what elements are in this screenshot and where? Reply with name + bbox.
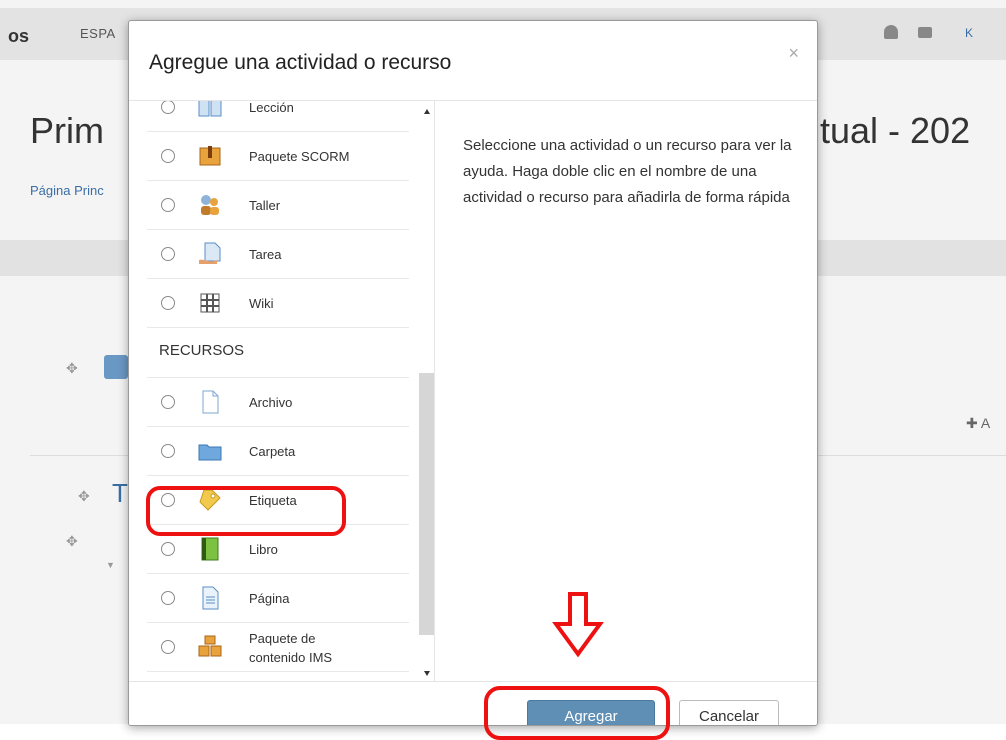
cancel-button[interactable]: Cancelar [679, 700, 779, 725]
radio-taller[interactable] [161, 198, 175, 212]
language-menu: ESPA [80, 26, 116, 41]
move-icon: ✥ [66, 533, 78, 549]
option-label: Carpeta [249, 444, 296, 459]
page-icon [202, 586, 219, 610]
option-label: Wiki [249, 296, 274, 311]
options-scrollbar[interactable] [419, 101, 434, 681]
course-title-left: Prim [30, 110, 104, 151]
wiki-icon [200, 293, 220, 313]
radio-carpeta[interactable] [161, 444, 175, 458]
user-menu: K [965, 26, 974, 40]
option-leccion[interactable]: Lección [147, 101, 409, 132]
option-label: Paquete de contenido IMS [249, 630, 333, 665]
forum-icon [104, 355, 128, 379]
move-icon: ✥ [66, 360, 78, 376]
file-icon [202, 390, 219, 414]
assignment-icon [199, 242, 221, 264]
option-label: Archivo [249, 395, 293, 410]
scorm-package-icon [199, 146, 221, 166]
plus-icon: ✚ [966, 415, 981, 431]
workshop-icon [201, 195, 219, 215]
scroll-up-icon[interactable] [424, 109, 430, 114]
option-taller[interactable]: Taller [147, 181, 409, 230]
dialog-footer: Agregar Cancelar [129, 681, 817, 725]
lesson-icon [198, 101, 222, 117]
add-activity-link: ✚ A [966, 415, 990, 432]
dialog-header: Agregue una actividad o recurso × [129, 21, 817, 101]
add-activity-label: A [980, 415, 991, 431]
options-list[interactable]: Lección Paquete SCORM Taller Tarea Wiki … [129, 101, 435, 681]
scrollbar-thumb[interactable] [419, 373, 434, 635]
course-title-right: tual - 202 [820, 110, 971, 151]
scroll-down-icon[interactable] [424, 671, 430, 676]
notifications-icon [884, 25, 898, 39]
radio-archivo[interactable] [161, 395, 175, 409]
site-brand: os [8, 26, 30, 46]
section-title: T [112, 478, 128, 508]
add-activity-dialog: Agregue una actividad o recurso × Lecció… [128, 20, 818, 726]
option-label: Lección [249, 101, 294, 115]
options-list-content: Lección Paquete SCORM Taller Tarea Wiki … [129, 101, 419, 672]
option-wiki[interactable]: Wiki [147, 279, 409, 328]
messages-icon [918, 27, 932, 38]
caret-down-icon: ▼ [106, 560, 115, 570]
option-pagina[interactable]: Página [147, 574, 409, 623]
breadcrumb: Página Princ [30, 183, 104, 198]
radio-tarea[interactable] [161, 247, 175, 261]
close-icon[interactable]: × [788, 43, 799, 64]
radio-pagina[interactable] [161, 591, 175, 605]
radio-paquete-ims[interactable] [161, 640, 175, 654]
highlight-etiqueta-annotation [146, 486, 346, 536]
ims-package-icon [198, 635, 222, 657]
radio-wiki[interactable] [161, 296, 175, 310]
highlight-add-button-annotation [484, 686, 670, 740]
option-carpeta[interactable]: Carpeta [147, 427, 409, 476]
folder-icon [198, 444, 222, 461]
radio-libro[interactable] [161, 542, 175, 556]
help-text: Seleccione una actividad o un recurso pa… [463, 137, 792, 206]
move-icon: ✥ [78, 488, 90, 504]
option-tarea[interactable]: Tarea [147, 230, 409, 279]
option-label: Página [249, 591, 290, 606]
book-icon [201, 537, 219, 561]
down-arrow-icon [552, 592, 604, 658]
option-label: Paquete SCORM [249, 149, 350, 164]
dialog-title: Agregue una actividad o recurso [149, 51, 452, 74]
radio-paquete-scorm[interactable] [161, 149, 175, 163]
radio-leccion[interactable] [161, 101, 175, 114]
option-paquete-ims[interactable]: Paquete de contenido IMS [147, 623, 409, 672]
option-label: Tarea [249, 247, 282, 262]
option-archivo[interactable]: Archivo [147, 378, 409, 427]
option-label: Taller [249, 198, 281, 213]
option-paquete-scorm[interactable]: Paquete SCORM [147, 132, 409, 181]
resources-section-title: RECURSOS [147, 328, 409, 378]
